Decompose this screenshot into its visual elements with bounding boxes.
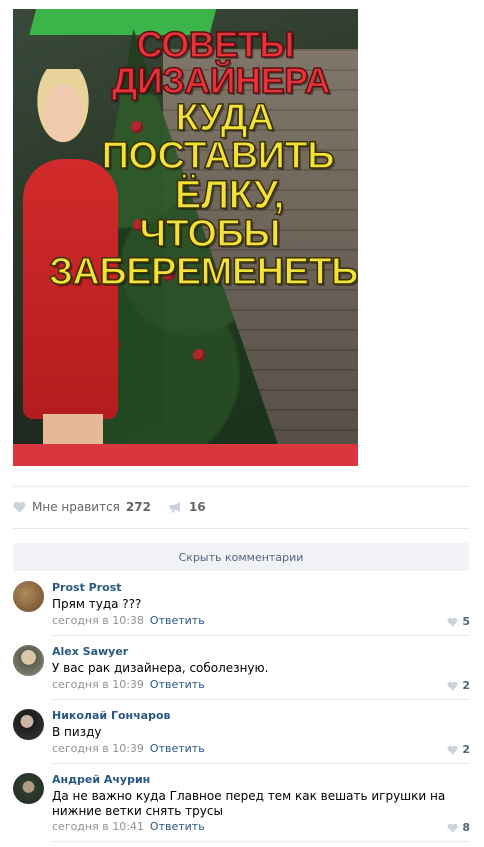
headline-line: КУДА (175, 97, 275, 139)
photo-red-stripe (13, 444, 358, 466)
headline-line: ЁЛКУ, (174, 173, 285, 217)
divider (52, 635, 470, 636)
reply-button[interactable]: Ответить (150, 614, 205, 627)
comment-meta: сегодня в 10:39 Ответить (52, 742, 205, 755)
post-photo[interactable]: СОВЕТЫ ДИЗАЙНЕРА КУДА ПОСТАВИТЬ ЁЛКУ, ЧТ… (13, 9, 358, 466)
comment-like-button[interactable]: 2 (447, 679, 470, 692)
heart-icon (447, 823, 458, 833)
comment: Николай Гончаров В пизду сегодня в 10:39… (13, 709, 470, 762)
comment-like-count: 2 (462, 679, 470, 692)
comment-text: У вас рак дизайнера, соболезную. (52, 661, 269, 675)
hide-comments-button[interactable]: Скрыть комментарии (13, 543, 469, 571)
comment-like-count: 8 (462, 821, 470, 834)
comment-author[interactable]: Николай Гончаров (52, 709, 171, 722)
comment-like-button[interactable]: 2 (447, 743, 470, 756)
comment: Prost Prost Прям туда ??? сегодня в 10:3… (13, 581, 470, 634)
comment-author[interactable]: Андрей Ачурин (52, 773, 150, 786)
megaphone-icon (169, 502, 180, 513)
like-button-label[interactable]: Мне нравится (32, 500, 120, 514)
divider (13, 528, 470, 529)
comment-like-button[interactable]: 8 (447, 821, 470, 834)
reply-button[interactable]: Ответить (150, 742, 205, 755)
comment-meta: сегодня в 10:39 Ответить (52, 678, 205, 691)
post-actions: Мне нравится 272 16 (13, 499, 206, 515)
heart-icon (447, 617, 458, 627)
comment: Андрей Ачурин Да не важно куда Главное п… (13, 773, 470, 835)
avatar[interactable] (13, 709, 44, 740)
like-count: 272 (125, 500, 151, 514)
ornament-icon (193, 349, 205, 361)
headline-line: ДИЗАЙНЕРА (111, 60, 331, 101)
headline-line: ПОСТАВИТЬ (101, 135, 335, 177)
comment-text: В пизду (52, 725, 102, 739)
reply-button[interactable]: Ответить (150, 820, 205, 833)
comment-time[interactable]: сегодня в 10:41 (52, 820, 144, 833)
divider (52, 699, 470, 700)
comment-text: Прям туда ??? (52, 597, 142, 611)
headline-line: ЧТОБЫ (139, 213, 282, 255)
comment-time[interactable]: сегодня в 10:38 (52, 614, 144, 627)
comment-like-count: 5 (462, 615, 470, 628)
divider (52, 763, 470, 764)
heart-icon (447, 681, 458, 691)
headline-line: ЗАБЕРЕМЕНЕТЬ (48, 251, 358, 293)
avatar[interactable] (13, 645, 44, 676)
comment-like-button[interactable]: 5 (447, 615, 470, 628)
divider (52, 841, 470, 842)
comment-author[interactable]: Prost Prost (52, 581, 122, 594)
share-count: 16 (188, 500, 206, 514)
reply-button[interactable]: Ответить (150, 678, 205, 691)
heart-icon[interactable] (13, 501, 26, 513)
divider (13, 486, 470, 487)
comment: Alex Sawyer У вас рак дизайнера, соболез… (13, 645, 470, 698)
avatar[interactable] (13, 581, 44, 612)
headline-line: СОВЕТЫ (136, 24, 295, 65)
comment-meta: сегодня в 10:38 Ответить (52, 614, 205, 627)
comment-time[interactable]: сегодня в 10:39 (52, 678, 144, 691)
heart-icon (447, 745, 458, 755)
comment-like-count: 2 (462, 743, 470, 756)
comment-time[interactable]: сегодня в 10:39 (52, 742, 144, 755)
comment-text: Да не важно куда Главное перед тем как в… (52, 789, 446, 818)
comment-meta: сегодня в 10:41 Ответить (52, 820, 205, 833)
avatar[interactable] (13, 773, 44, 804)
comment-author[interactable]: Alex Sawyer (52, 645, 128, 658)
photo-headline: СОВЕТЫ ДИЗАЙНЕРА КУДА ПОСТАВИТЬ ЁЛКУ, ЧТ… (13, 24, 358, 293)
share-button[interactable]: 16 (169, 500, 206, 514)
